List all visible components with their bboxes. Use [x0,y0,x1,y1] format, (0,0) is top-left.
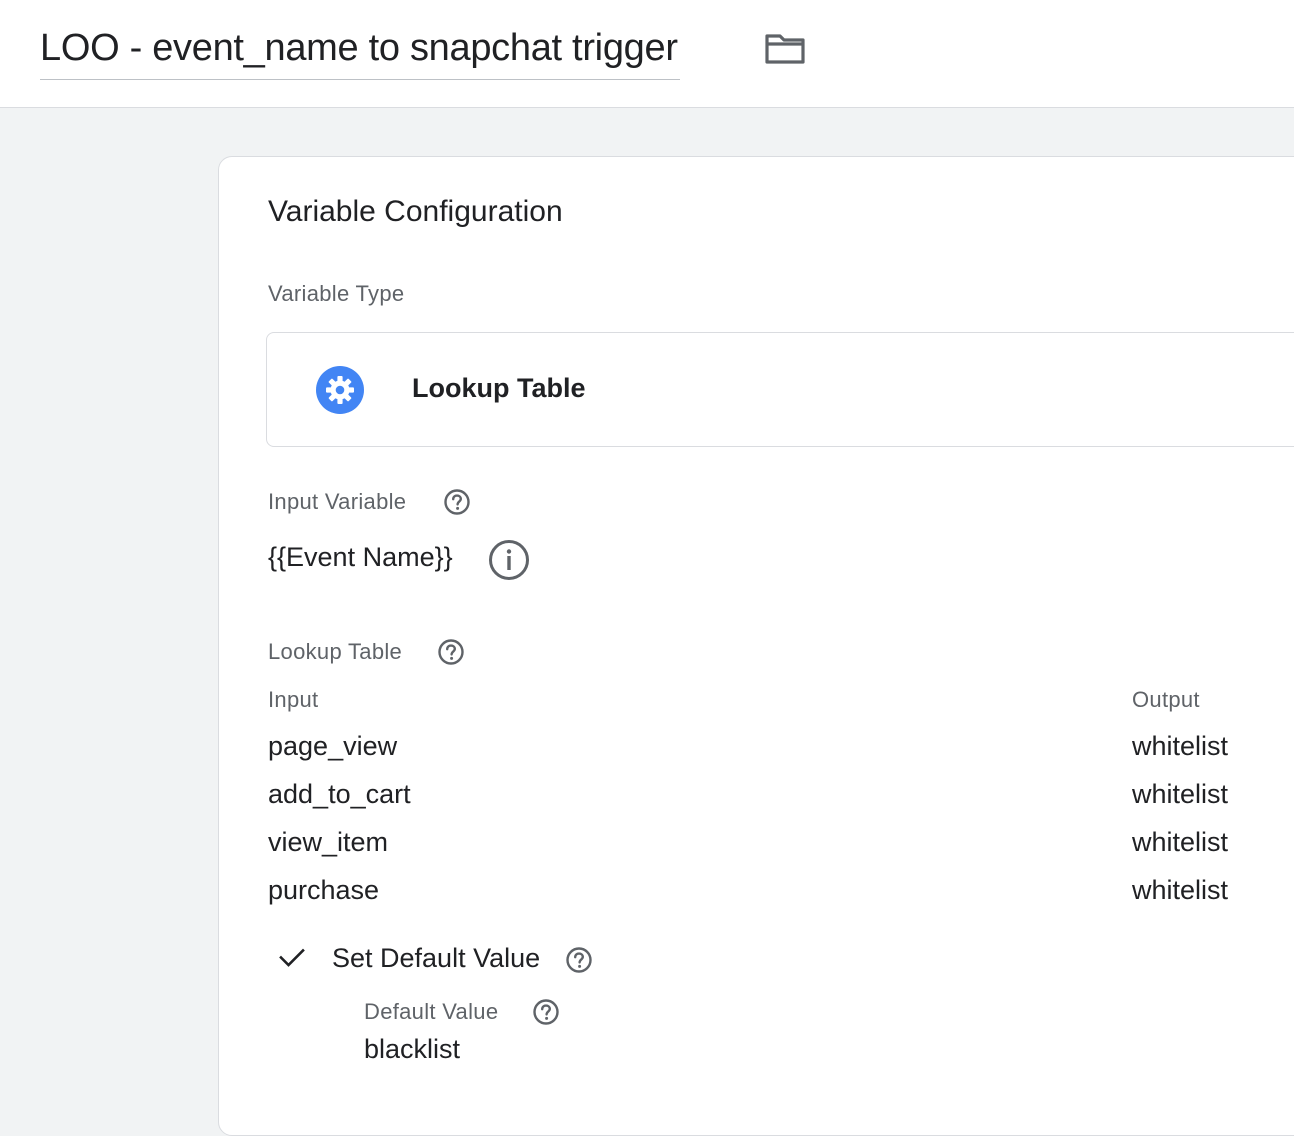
table-row-input: view_item [268,827,389,857]
table-row-input: purchase [268,875,380,905]
section-title: Variable Configuration [268,195,563,228]
input-variable-value: {{Event Name}} [268,542,453,572]
variable-name[interactable]: LOO - event_name to snapchat trigger [40,22,678,74]
table-row-output: whitelist [1132,731,1229,761]
default-value: blacklist [364,1034,461,1064]
top-bar: LOO - event_name to snapchat trigger [0,0,1294,108]
variable-type-label: Variable Type [268,281,405,306]
table-row-input: page_view [268,731,398,761]
table-row-output: whitelist [1132,827,1229,857]
lookup-table-label: Lookup Table [268,639,403,664]
column-header-input: Input [268,687,319,712]
help-icon[interactable] [437,638,465,666]
gear-icon [316,366,364,414]
help-icon[interactable] [532,998,560,1026]
help-icon[interactable] [443,488,471,516]
help-icon[interactable] [565,946,593,974]
table-row-input: add_to_cart [268,779,411,809]
default-value-label: Default Value [364,999,499,1024]
input-variable-label: Input Variable [268,489,407,514]
set-default-value-label: Set Default Value [332,943,541,973]
checkmark-icon[interactable] [277,942,307,972]
folder-icon[interactable] [762,28,808,68]
table-row-output: whitelist [1132,875,1229,905]
table-row-output: whitelist [1132,779,1229,809]
variable-name-field[interactable]: LOO - event_name to snapchat trigger [40,22,680,80]
column-header-output: Output [1132,687,1200,712]
variable-type-name: Lookup Table [412,373,586,403]
info-icon[interactable] [488,539,530,581]
